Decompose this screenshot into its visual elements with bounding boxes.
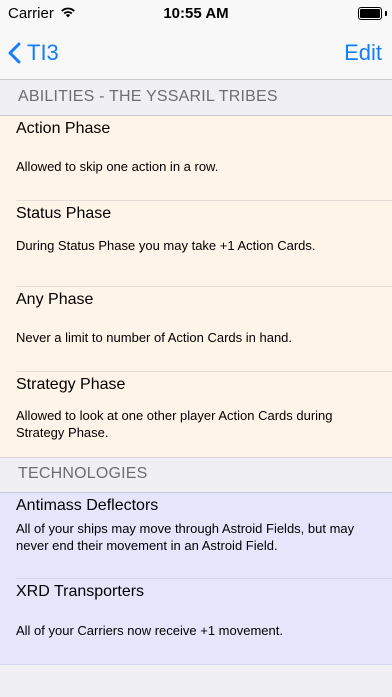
item-description: Allowed to look at one other player Acti… <box>16 408 333 440</box>
battery-icon <box>358 7 382 20</box>
table-footer-area <box>0 664 392 697</box>
list-item[interactable]: Status Phase During Status Phase you may… <box>0 201 392 287</box>
item-title: Action Phase <box>16 120 111 137</box>
battery-tip-icon <box>384 11 387 16</box>
item-description: During Status Phase you may take +1 Acti… <box>16 238 316 253</box>
back-button-label: TI3 <box>27 40 59 65</box>
item-title: XRD Transporters <box>16 583 145 600</box>
item-title: Antimass Deflectors <box>16 497 159 514</box>
list-item[interactable]: XRD Transporters All of your Carriers no… <box>0 579 392 664</box>
section-header-abilities: ABILITIES - THE YSSARIL TRIBES <box>0 80 392 116</box>
list-item[interactable]: Action Phase Allowed to skip one action … <box>0 116 392 201</box>
section-header-label: TECHNOLOGIES <box>18 465 148 482</box>
section-header-label: ABILITIES - THE YSSARIL TRIBES <box>18 88 278 105</box>
item-description: Never a limit to number of Action Cards … <box>16 330 293 345</box>
item-title: Any Phase <box>16 291 94 308</box>
edit-button[interactable]: Edit <box>344 40 382 66</box>
list-item[interactable]: Any Phase Never a limit to number of Act… <box>0 287 392 372</box>
back-button[interactable]: TI3 <box>8 38 59 68</box>
item-description: All of your ships may move through Astro… <box>16 521 355 553</box>
section-header-technologies: TECHNOLOGIES <box>0 457 392 493</box>
item-title: Strategy Phase <box>16 376 126 393</box>
chevron-left-icon <box>8 42 21 64</box>
list-item[interactable]: Antimass Deflectors All of your ships ma… <box>0 493 392 579</box>
list-item[interactable]: Strategy Phase Allowed to look at one ot… <box>0 372 392 457</box>
navigation-bar: TI3 Edit <box>0 28 392 80</box>
status-time: 10:55 AM <box>163 5 229 22</box>
item-description: All of your Carriers now receive +1 move… <box>16 623 283 638</box>
item-title: Status Phase <box>16 205 112 222</box>
item-description: Allowed to skip one action in a row. <box>16 159 219 174</box>
status-bar: Carrier 10:55 AM <box>0 0 392 28</box>
